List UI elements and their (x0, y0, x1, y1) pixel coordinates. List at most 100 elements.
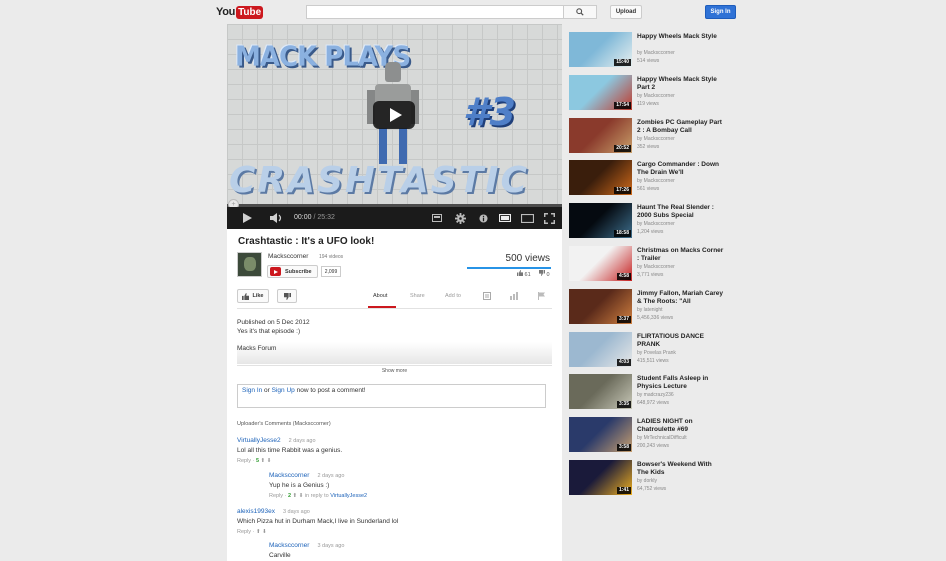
related-video-channel[interactable]: by Macksccorner (637, 178, 675, 184)
small-player-button[interactable] (498, 211, 512, 225)
reply-link[interactable]: Reply (269, 493, 283, 499)
related-video-item[interactable]: 1:41 Bowser's Weekend With The Kids by dor… (567, 458, 727, 496)
comment-box[interactable]: Sign In or Sign Up now to post a comment… (237, 384, 546, 408)
comment-author[interactable]: VirtuallyJesse2 (237, 437, 281, 444)
related-video-title[interactable]: Jimmy Fallon, Mariah Carey & The Roots: … (637, 290, 725, 306)
dislike-button[interactable] (277, 289, 297, 303)
related-video-item[interactable]: 3:58 LADIES NIGHT on Chatroulette #69 by M… (567, 415, 727, 453)
related-video-views: 415,511 views (637, 358, 669, 364)
video-thumbnail[interactable]: 4:58 (569, 246, 632, 281)
tab-add-to[interactable]: Add to (445, 293, 461, 299)
related-video-item[interactable]: 4:03 FLIRTATIOUS DANCE PRANK by Povelas Pr… (567, 330, 727, 368)
video-thumbnail[interactable]: 4:03 (569, 332, 632, 367)
related-video-channel[interactable]: by MrTechnicalDifficult (637, 435, 687, 441)
video-thumbnail[interactable]: 3:37 (569, 289, 632, 324)
related-video-title[interactable]: Christmas on Macks Corner : Trailer (637, 247, 725, 263)
comment-author[interactable]: alexis1993ex (237, 508, 275, 515)
in-reply-to-link[interactable]: VirtuallyJesse2 (330, 493, 367, 499)
related-video-channel[interactable]: by Macksccorner (637, 136, 675, 142)
channel-avatar[interactable] (237, 252, 262, 277)
tab-transcript[interactable] (483, 292, 491, 302)
related-video-item[interactable]: 18:58 Haunt The Real Slender : 2000 Subs … (567, 201, 727, 239)
vote-down-icon[interactable]: ⬇ (299, 493, 304, 499)
comment-reply-item: Macksccorner 3 days ago Carville (269, 542, 344, 559)
related-video-item[interactable]: 3:35 Student Falls Asleep in Physics Lect… (567, 372, 727, 410)
reply-link[interactable]: Reply (237, 529, 251, 535)
like-ratio-bar (467, 267, 551, 269)
related-video-channel[interactable]: by dorkly (637, 478, 657, 484)
comment-score: 5 (255, 458, 260, 464)
related-video-item[interactable]: 20:52 Zombies PC Gameplay Part 2 : A Bomb… (567, 116, 727, 154)
comment-score: 2 (287, 493, 292, 499)
youtube-logo[interactable]: You Tube (216, 4, 264, 20)
video-thumbnail[interactable]: 18:58 (569, 203, 632, 238)
related-video-views: 64,752 views (637, 486, 667, 492)
info-button[interactable] (477, 211, 489, 225)
related-video-channel[interactable]: by Macksccorner (637, 50, 675, 56)
related-video-item[interactable]: 15:40 Happy Wheels Mack Style by Macksccor… (567, 30, 727, 68)
vote-up-icon[interactable]: ⬆ (293, 493, 298, 499)
related-video-item[interactable]: 4:58 Christmas on Macks Corner : Trailer b… (567, 244, 727, 282)
video-thumbnail[interactable]: 20:52 (569, 118, 632, 153)
tab-about[interactable]: About (373, 293, 387, 299)
related-video-item[interactable]: 17:26 Cargo Commander : Down The Drain We… (567, 158, 727, 196)
play-button[interactable] (241, 211, 253, 225)
video-thumbnail[interactable]: 1:41 (569, 460, 632, 495)
related-video-item[interactable]: 17:54 Happy Wheels Mack Style Part 2 by Ma… (567, 73, 727, 111)
related-video-title[interactable]: Haunt The Real Slender : 2000 Subs Speci… (637, 204, 725, 220)
video-thumbnail[interactable]: 15:40 (569, 32, 632, 67)
like-button[interactable]: Like (237, 289, 269, 303)
show-more-button[interactable]: Show more (237, 365, 552, 374)
related-video-channel[interactable]: by Macksccorner (637, 93, 675, 99)
vote-down-icon[interactable]: ⬇ (262, 529, 267, 535)
comment-text: Lol all this time Rabbit was a genius. (237, 447, 343, 454)
subscribe-button[interactable]: Subscribe (267, 265, 318, 278)
tab-report[interactable] (538, 292, 546, 302)
comment-time: 3 days ago (317, 543, 345, 549)
sign-in-link[interactable]: Sign In (242, 387, 262, 394)
search-button[interactable] (563, 5, 597, 19)
channel-name[interactable]: Macksccorner (268, 253, 308, 260)
video-thumbnail[interactable]: 17:26 (569, 160, 632, 195)
related-video-title[interactable]: FLIRTATIOUS DANCE PRANK (637, 333, 725, 349)
related-video-item[interactable]: 3:37 Jimmy Fallon, Mariah Carey & The Roo… (567, 287, 727, 325)
search-input[interactable] (306, 5, 564, 19)
vote-up-icon[interactable]: ⬆ (261, 458, 266, 464)
related-video-channel[interactable]: by Macksccorner (637, 264, 675, 270)
video-player[interactable]: MACK PLAYS #3 CRASHTASTIC + 00:00 / 25:3… (227, 24, 562, 229)
vote-down-icon[interactable]: ⬇ (267, 458, 272, 464)
video-thumbnail[interactable]: 3:58 (569, 417, 632, 452)
play-icon (242, 213, 252, 223)
upload-button[interactable]: Upload (610, 5, 642, 19)
related-video-title[interactable]: Happy Wheels Mack Style (637, 33, 725, 41)
related-video-title[interactable]: Bowser's Weekend With The Kids (637, 461, 725, 477)
related-video-title[interactable]: Zombies PC Gameplay Part 2 : A Bombay Ca… (637, 119, 725, 135)
video-frame[interactable]: MACK PLAYS #3 CRASHTASTIC (227, 24, 562, 204)
comment-author[interactable]: Macksccorner (269, 472, 309, 479)
big-play-button[interactable] (373, 101, 415, 129)
sign-up-link[interactable]: Sign Up (272, 387, 295, 394)
related-video-title[interactable]: Cargo Commander : Down The Drain We'll (637, 161, 725, 177)
volume-button[interactable] (269, 211, 285, 225)
related-video-title[interactable]: LADIES NIGHT on Chatroulette #69 (637, 418, 725, 434)
comment-author[interactable]: Macksccorner (269, 542, 309, 549)
related-video-channel[interactable]: by Povelas Prank (637, 350, 676, 356)
vote-up-icon[interactable]: ⬆ (256, 529, 261, 535)
video-thumbnail[interactable]: 17:54 (569, 75, 632, 110)
fullscreen-button[interactable] (542, 211, 556, 225)
related-video-title[interactable]: Happy Wheels Mack Style Part 2 (637, 76, 725, 92)
video-thumbnail[interactable]: 3:35 (569, 374, 632, 409)
related-video-channel[interactable]: by madcrazy236 (637, 392, 674, 398)
annotations-button[interactable] (430, 211, 444, 225)
tab-share[interactable]: Share (410, 293, 425, 299)
related-video-channel[interactable]: by latenight (637, 307, 663, 313)
related-video-channel[interactable]: by Macksccorner (637, 221, 675, 227)
channel-video-count[interactable]: 194 videos (319, 254, 343, 260)
large-player-button[interactable] (520, 211, 534, 225)
related-video-title[interactable]: Student Falls Asleep in Physics Lecture (637, 375, 725, 391)
tab-stats[interactable] (510, 292, 519, 302)
comments-header: Uploader's Comments (Macksccorner) (237, 421, 331, 427)
sign-in-button[interactable]: Sign In (705, 5, 736, 19)
settings-button[interactable] (453, 211, 467, 225)
reply-link[interactable]: Reply (237, 458, 251, 464)
